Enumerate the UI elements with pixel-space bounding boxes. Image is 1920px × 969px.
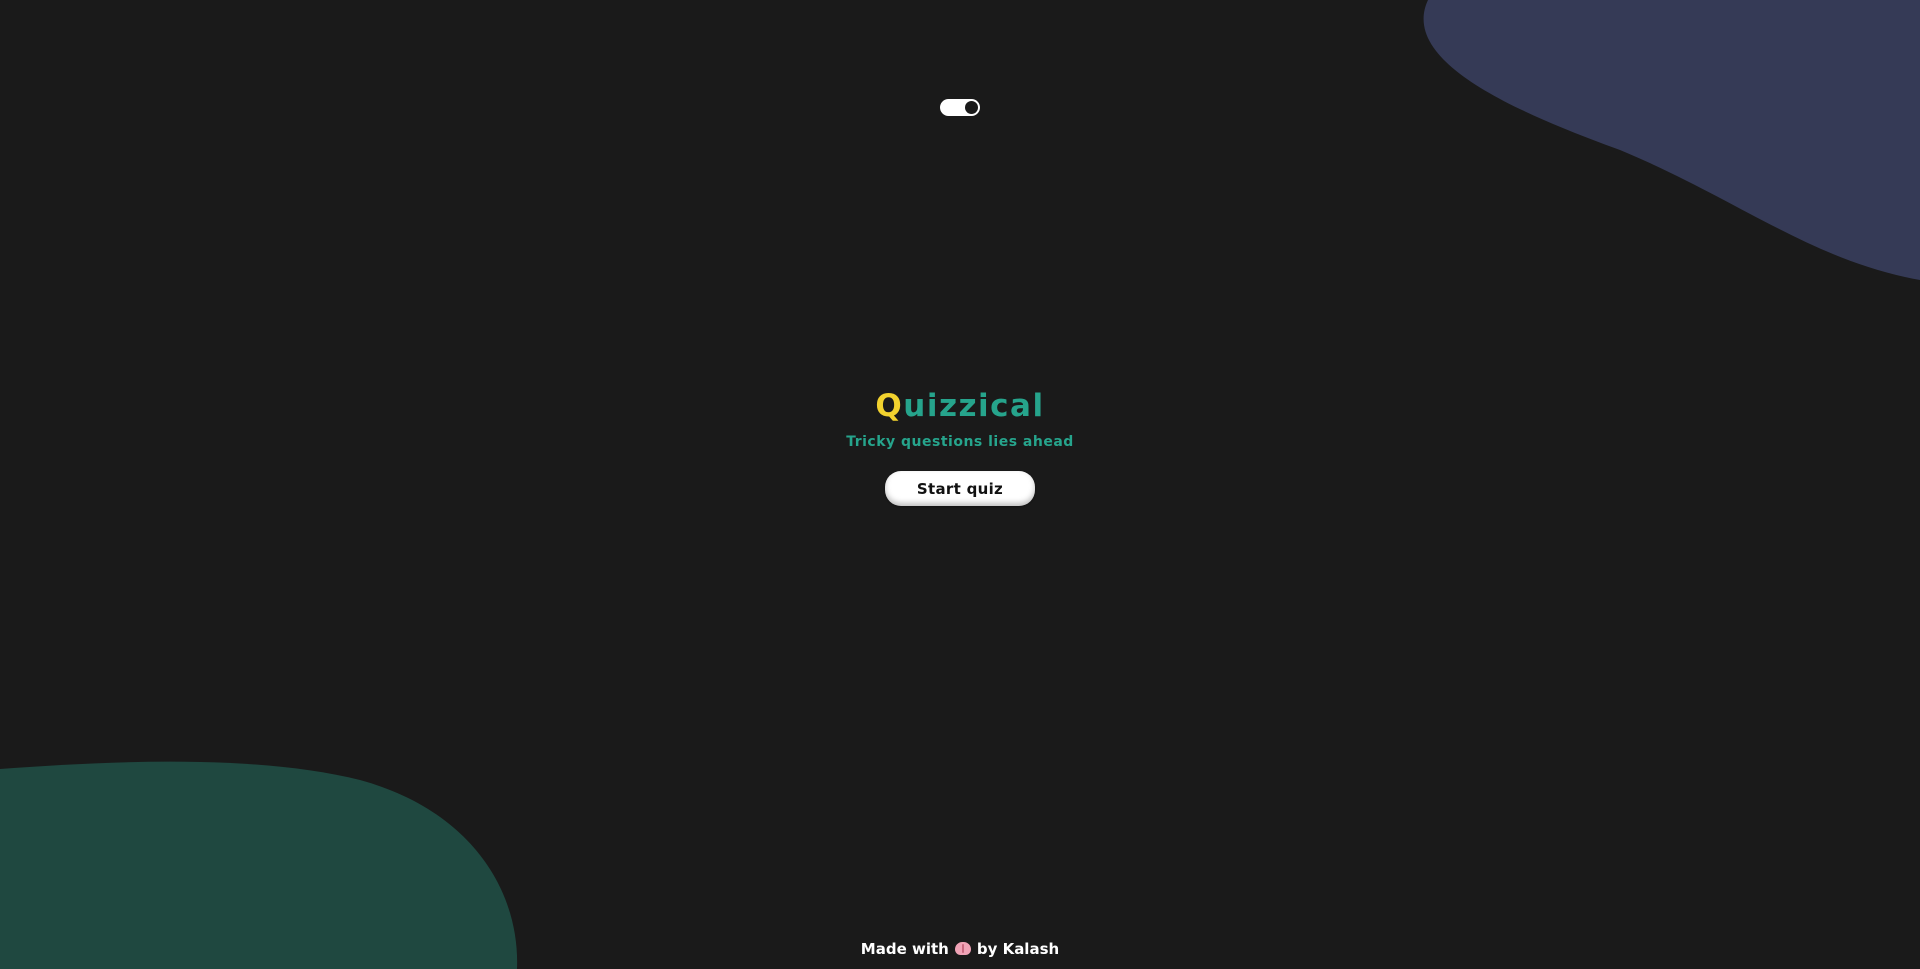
app-title: Quizzical (0, 385, 1920, 427)
landing-page: Quizzical Tricky questions lies ahead St… (0, 0, 1920, 969)
toggle-knob (965, 101, 978, 114)
app-title-first-letter: Q (875, 388, 904, 424)
hero: Quizzical Tricky questions lies ahead St… (0, 385, 1920, 506)
footer-prefix: Made with (860, 940, 949, 958)
decorative-blob-bottom-left (0, 761, 518, 969)
theme-toggle[interactable] (940, 99, 980, 116)
app-subtitle: Tricky questions lies ahead (846, 434, 1074, 450)
app-title-rest: uizzical (903, 388, 1045, 424)
brain-icon (954, 942, 971, 955)
footer-suffix: by Kalash (976, 940, 1060, 958)
footer: Made with by Kalash (0, 939, 1920, 959)
start-quiz-button[interactable]: Start quiz (885, 471, 1035, 506)
decorative-blob-top-right (1423, 0, 1920, 280)
